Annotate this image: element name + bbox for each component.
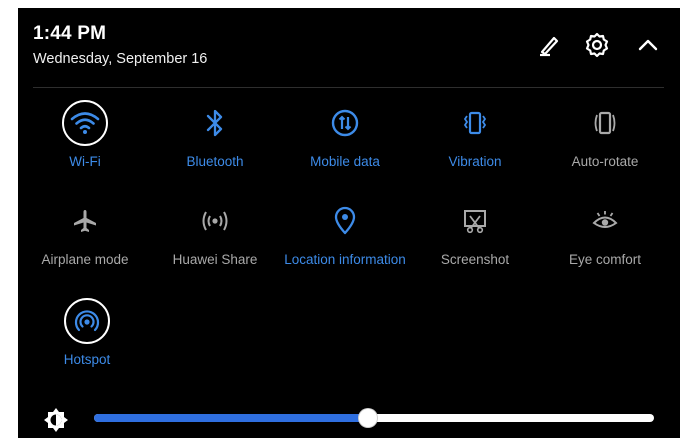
tile-mobile-data[interactable]: Mobile data (280, 98, 410, 178)
quick-settings-panel: 1:44 PM Wednesday, September 16 Wi-Fi Bl… (18, 8, 680, 438)
brightness-slider-fill (94, 414, 369, 422)
brightness-slider-thumb[interactable] (359, 409, 378, 427)
edit-button[interactable] (534, 30, 564, 60)
eye-comfort-icon (580, 196, 630, 246)
collapse-icon (638, 39, 658, 51)
hotspot-icon (64, 298, 110, 344)
mobile-data-icon (320, 98, 370, 148)
tile-huawei-share-label: Huawei Share (172, 252, 258, 267)
tile-vibration[interactable]: Vibration (410, 98, 540, 178)
status-time: 1:44 PM (33, 23, 107, 44)
tile-eye-comfort[interactable]: Eye comfort (540, 196, 670, 276)
tile-auto-rotate[interactable]: Auto-rotate (540, 98, 670, 178)
tile-bluetooth-label: Bluetooth (186, 154, 244, 169)
location-icon (320, 196, 370, 246)
screenshot-icon (450, 196, 500, 246)
status-date: Wednesday, September 16 (33, 51, 208, 67)
tile-screenshot-label: Screenshot (440, 252, 510, 267)
tile-mobile-data-label: Mobile data (310, 154, 380, 169)
tile-wifi-label: Wi-Fi (69, 154, 101, 169)
edit-icon (540, 36, 559, 57)
tile-airplane[interactable]: Airplane mode (20, 196, 150, 276)
tile-location-label: Location information (284, 252, 406, 267)
tile-bluetooth[interactable]: Bluetooth (150, 98, 280, 178)
brightness-slider[interactable] (94, 409, 654, 427)
tile-screenshot[interactable]: Screenshot (410, 196, 540, 276)
settings-button[interactable] (582, 30, 612, 60)
tile-airplane-label: Airplane mode (41, 252, 129, 267)
tile-hotspot[interactable]: Hotspot (22, 296, 152, 376)
tile-hotspot-label: Hotspot (63, 352, 111, 367)
tile-auto-rotate-label: Auto-rotate (571, 154, 639, 169)
header-divider (33, 87, 664, 88)
auto-rotate-icon (580, 98, 630, 148)
collapse-button[interactable] (633, 30, 663, 60)
airplane-icon (60, 196, 110, 246)
tile-eye-comfort-label: Eye comfort (568, 252, 642, 267)
tile-vibration-label: Vibration (448, 154, 502, 169)
wifi-icon (62, 100, 108, 146)
vibration-icon (450, 98, 500, 148)
bluetooth-icon (190, 98, 240, 148)
tile-location[interactable]: Location information (280, 196, 410, 276)
huawei-share-icon (190, 196, 240, 246)
settings-icon (585, 32, 609, 58)
tile-huawei-share[interactable]: Huawei Share (150, 196, 280, 276)
brightness-icon (42, 406, 70, 434)
tile-wifi[interactable]: Wi-Fi (20, 98, 150, 178)
